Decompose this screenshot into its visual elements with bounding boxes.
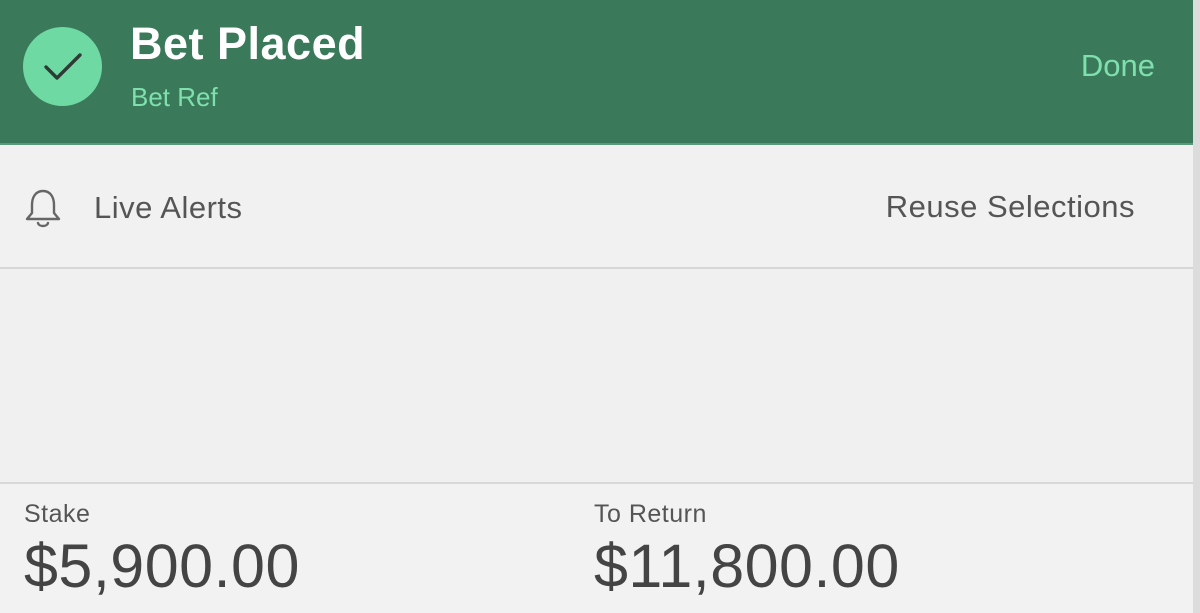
- bet-ref-label: Bet Ref: [131, 82, 218, 112]
- stake-label: Stake: [24, 500, 91, 528]
- to-return-label: To Return: [594, 500, 707, 528]
- done-button[interactable]: Done: [1081, 48, 1155, 84]
- bet-totals: Stake $5,900.00 To Return $11,800.00: [0, 484, 1193, 613]
- reuse-selections-button[interactable]: Reuse Selections: [886, 189, 1135, 225]
- live-alerts-label: Live Alerts: [94, 190, 243, 225]
- edge-divider: [1193, 0, 1200, 613]
- action-row: Live Alerts Reuse Selections: [0, 145, 1193, 269]
- bet-placed-header: Bet Placed Bet Ref Done: [0, 0, 1193, 145]
- bet-details-area: [0, 269, 1193, 484]
- live-alerts-button[interactable]: Live Alerts: [22, 185, 243, 231]
- bet-confirmation-screen: Bet Placed Bet Ref Done Live Alerts Reus…: [0, 0, 1200, 613]
- stake-block: Stake $5,900.00: [24, 500, 300, 601]
- bell-icon: [25, 189, 61, 228]
- page-title: Bet Placed: [130, 18, 366, 69]
- to-return-value: $11,800.00: [594, 532, 900, 600]
- checkmark-icon: [23, 27, 102, 106]
- stake-value: $5,900.00: [24, 532, 300, 600]
- to-return-block: To Return $11,800.00: [594, 500, 900, 601]
